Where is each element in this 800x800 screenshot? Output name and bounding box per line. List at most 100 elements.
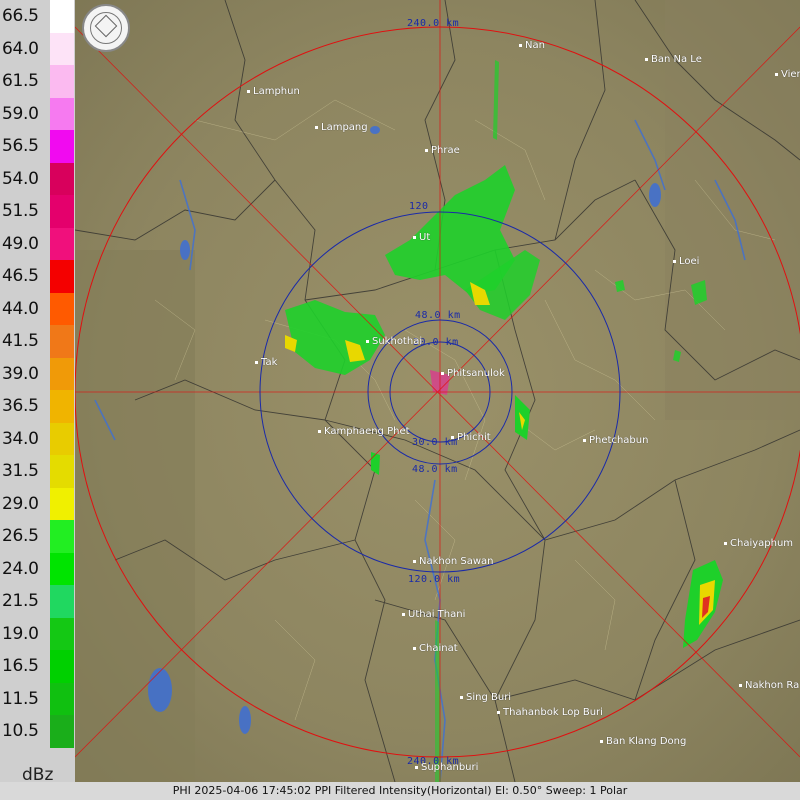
legend-level-label: 61.5 — [2, 71, 39, 91]
legend-level-swatch — [50, 585, 74, 618]
city-label-nan: Nan — [519, 40, 545, 51]
legend-level-swatch — [50, 260, 74, 293]
status-bar: PHI 2025-04-06 17:45:02 PPI Filtered Int… — [0, 782, 800, 800]
city-label-ban-na-le: Ban Na Le — [645, 54, 702, 65]
legend-level: 66.5 — [0, 0, 75, 33]
city-label-phrae: Phrae — [425, 145, 460, 156]
legend-level: 54.0 — [0, 162, 75, 195]
legend-level-label: 19.0 — [2, 623, 39, 644]
legend-level-swatch — [50, 617, 74, 650]
legend-level: 26.5 — [0, 520, 75, 553]
legend-level-label: 10.5 — [2, 721, 39, 741]
city-label-phichit: Phichit — [451, 432, 491, 443]
legend-level-swatch — [50, 650, 74, 683]
legend-level: 51.5 — [0, 195, 75, 228]
legend-level-swatch — [50, 195, 74, 228]
ring-label-120-bottom: 120.0 km — [408, 574, 461, 585]
legend-level: 56.5 — [0, 130, 75, 163]
legend-level-swatch — [50, 520, 74, 553]
legend-level-label: 11.5 — [2, 688, 39, 709]
city-label-phitsanulok: Phitsanulok — [441, 368, 505, 379]
legend-level-label: 56.5 — [2, 136, 39, 156]
legend-level: 29.0 — [0, 487, 75, 520]
legend-level-swatch — [50, 325, 74, 358]
legend-level-label: 59.0 — [2, 103, 39, 124]
legend-level-label: 29.0 — [2, 493, 39, 514]
city-label-nakhon-ratchasima: Nakhon Ra — [739, 680, 799, 691]
city-label-thahanbok-lop-buri: Thahanbok Lop Buri — [497, 707, 603, 718]
city-label-kamphaeng-phet: Kamphaeng Phet — [318, 426, 410, 437]
legend-level-label: 24.0 — [2, 558, 39, 579]
ring-label-48-top: 48.0 km — [415, 310, 461, 321]
city-label-chainat: Chainat — [413, 643, 458, 654]
city-label-phetchabun: Phetchabun — [583, 435, 648, 446]
radar-map[interactable]: 240.0 km 120 48.0 km 30.0 km 30.0 km 48.… — [75, 0, 800, 782]
legend-level-label: 39.0 — [2, 363, 39, 384]
legend-level-swatch — [50, 455, 74, 488]
city-label-sing-buri: Sing Buri — [460, 692, 511, 703]
legend-level-swatch — [50, 0, 74, 33]
legend-level-label: 44.0 — [2, 298, 39, 319]
legend-level-label: 51.5 — [2, 201, 39, 221]
legend-level-label: 64.0 — [2, 38, 39, 59]
city-label-uthai-thani: Uthai Thani — [402, 609, 465, 620]
city-label-suphanburi: Suphanburi — [415, 762, 478, 773]
legend-level: 46.5 — [0, 260, 75, 293]
legend-level: 49.0 — [0, 227, 75, 260]
radar-map-canvas — [75, 0, 800, 782]
legend-level-label: 41.5 — [2, 331, 39, 351]
legend-level: 61.5 — [0, 65, 75, 98]
city-label-sukhothai: Sukhothai — [366, 336, 422, 347]
legend-level-label: 46.5 — [2, 266, 39, 286]
legend-level: 64.0 — [0, 32, 75, 65]
legend-level-label: 66.5 — [2, 6, 39, 26]
legend-level-swatch — [50, 357, 74, 390]
legend-level-swatch — [50, 97, 74, 130]
legend-level-swatch — [50, 162, 74, 195]
legend-level-swatch — [50, 292, 74, 325]
legend-level-swatch — [50, 32, 74, 65]
legend-level: 39.0 — [0, 357, 75, 390]
legend-level: 41.5 — [0, 325, 75, 358]
city-label-vien: Vien — [775, 69, 800, 80]
legend-level: 24.0 — [0, 552, 75, 585]
legend-level-swatch — [50, 422, 74, 455]
legend-level-swatch — [50, 552, 74, 585]
city-label-tak: Tak — [255, 357, 277, 368]
ring-label-48-bottom: 48.0 km — [412, 464, 458, 475]
city-label-nakhon-sawan: Nakhon Sawan — [413, 556, 494, 567]
legend-level: 34.0 — [0, 422, 75, 455]
legend-level-label: 34.0 — [2, 428, 39, 449]
ring-label-120-top: 120 — [409, 201, 429, 212]
city-label-loei: Loei — [673, 256, 699, 267]
legend-level: 19.0 — [0, 617, 75, 650]
legend-level-label: 16.5 — [2, 656, 39, 676]
city-label-ut: Ut — [413, 232, 430, 243]
agency-logo — [82, 4, 130, 52]
legend-level: 44.0 — [0, 292, 75, 325]
legend-level: 36.5 — [0, 390, 75, 423]
legend-level-label: 21.5 — [2, 591, 39, 611]
legend-level: 31.5 — [0, 455, 75, 488]
city-label-ban-klang-dong: Ban Klang Dong — [600, 736, 686, 747]
dbz-color-legend: 66.5 64.0 61.5 59.0 56.5 54.0 51.5 49.0 46.5 44.0… — [0, 0, 75, 800]
legend-level-swatch — [50, 682, 74, 715]
legend-level-label: 31.5 — [2, 461, 39, 481]
legend-level-label: 54.0 — [2, 168, 39, 189]
ring-label-240-top: 240.0 km — [407, 18, 460, 29]
legend-level: 21.5 — [0, 585, 75, 618]
legend-level-swatch — [50, 65, 74, 98]
legend-level-swatch — [50, 487, 74, 520]
legend-level-swatch — [50, 130, 74, 163]
legend-level-label: 26.5 — [2, 526, 39, 546]
legend-level: 16.5 — [0, 650, 75, 683]
legend-level-swatch — [50, 715, 74, 748]
city-label-chaiyaphum: Chaiyaphum — [724, 538, 793, 549]
western-mountains — [75, 250, 195, 782]
legend-level-label: 49.0 — [2, 233, 39, 254]
city-label-lamphun: Lamphun — [247, 86, 300, 97]
city-label-lampang: Lampang — [315, 122, 368, 133]
legend-level: 59.0 — [0, 97, 75, 130]
legend-level-label: 36.5 — [2, 396, 39, 416]
legend-level-swatch — [50, 227, 74, 260]
